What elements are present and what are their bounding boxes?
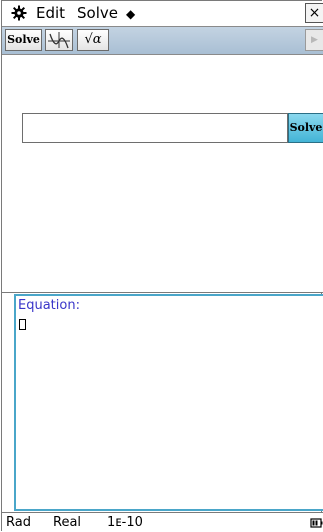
menu-diamond[interactable]: ◆ xyxy=(126,5,135,23)
solve-button[interactable]: Solve xyxy=(288,113,323,143)
toolbar: Solve √α ▶ xyxy=(2,27,323,55)
graph-icon xyxy=(48,32,70,49)
menu-solve[interactable]: Solve xyxy=(77,4,118,22)
toolbar-graph-button[interactable] xyxy=(45,29,73,51)
equation-panel[interactable]: Equation: xyxy=(14,294,323,511)
battery-icon xyxy=(310,518,323,528)
equation-label: Equation: xyxy=(18,298,80,313)
gear-icon[interactable] xyxy=(11,5,27,21)
app-window: Edit Solve ◆ × Solve √α ▶ Solve Equation… xyxy=(1,0,323,532)
close-button[interactable]: × xyxy=(305,3,323,23)
equation-placeholder-box[interactable] xyxy=(19,319,26,330)
status-bar: Rad Real 1ᴇ-10 xyxy=(2,512,323,532)
status-number-mode[interactable]: Real xyxy=(53,514,81,532)
toolbar-sqrt-alpha-button[interactable]: √α xyxy=(77,29,109,51)
toolbar-scroll-right[interactable]: ▶ xyxy=(305,29,323,51)
equation-input[interactable] xyxy=(22,113,288,143)
status-tolerance[interactable]: 1ᴇ-10 xyxy=(107,514,143,532)
status-angle-mode[interactable]: Rad xyxy=(6,514,31,532)
menu-edit[interactable]: Edit xyxy=(36,4,65,22)
toolbar-solve-button[interactable]: Solve xyxy=(5,29,42,51)
menu-bar: Edit Solve ◆ × xyxy=(2,1,323,27)
main-work-area: Solve xyxy=(2,55,323,293)
